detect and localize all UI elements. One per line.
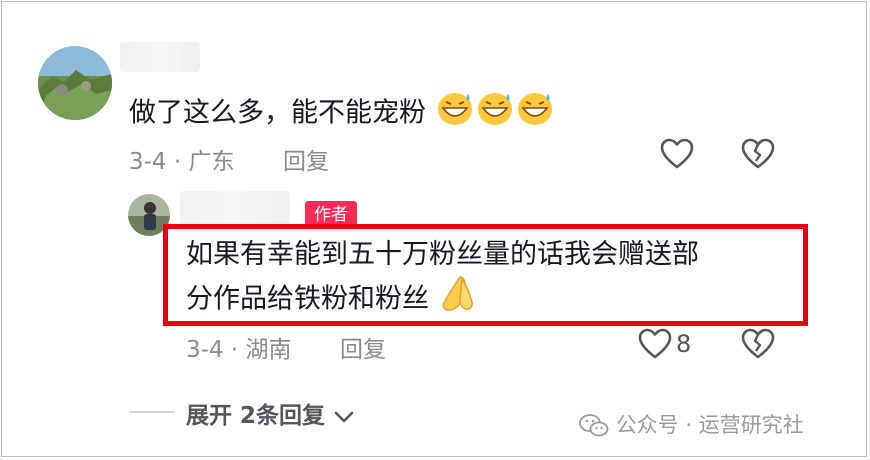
wechat-icon xyxy=(579,414,609,437)
comment-date-location: 3-4 · 广东 xyxy=(129,149,235,175)
watermark: 公众号 · 运营研究社 xyxy=(579,409,804,439)
comment-like-heart-icon[interactable] xyxy=(660,138,694,174)
expand-count: 2 xyxy=(240,403,257,429)
comment-text: 做了这么多，能不能宠粉 xyxy=(129,97,426,129)
reply-reply-button[interactable]: 回复 xyxy=(340,330,386,364)
commenter-avatar[interactable] xyxy=(38,46,112,120)
reply-date-location: 3-4 · 湖南 xyxy=(186,337,292,363)
reply-text-line2: 分作品给铁粉和粉丝 xyxy=(186,283,429,315)
grinning-sweat-emoji-icon xyxy=(475,90,515,138)
comment-body: 做了这么多，能不能宠粉 xyxy=(129,90,555,138)
watermark-text: 公众号 · 运营研究社 xyxy=(615,413,804,437)
expand-replies-button[interactable]: 展开 2条回复 xyxy=(186,396,355,430)
comment-dislike-broken-heart-icon[interactable] xyxy=(741,138,775,174)
chevron-down-icon xyxy=(334,411,354,422)
reply-text-line1: 如果有幸能到五十万粉丝量的话我会赠送部 xyxy=(186,239,699,270)
reply-like-heart-icon[interactable] xyxy=(638,328,672,364)
reply-dislike-broken-heart-icon[interactable] xyxy=(741,328,775,364)
commenter-name-blurred[interactable] xyxy=(120,42,200,72)
folded-hands-emoji-icon xyxy=(438,275,478,325)
author-name-blurred[interactable] xyxy=(180,191,290,225)
expand-divider-line xyxy=(130,411,174,413)
comment-reply-button[interactable]: 回复 xyxy=(283,142,329,176)
expand-prefix: 展开 xyxy=(186,403,232,429)
grinning-sweat-emoji-icon xyxy=(515,90,555,138)
reply-text-line2-wrap: 分作品给铁粉和粉丝 xyxy=(186,275,796,325)
grinning-sweat-emoji-icon xyxy=(435,90,475,138)
reply-like-count: 8 xyxy=(676,330,692,358)
expand-suffix: 条回复 xyxy=(256,403,326,429)
reply-body: 如果有幸能到五十万粉丝量的话我会赠送部 分作品给铁粉和粉丝 xyxy=(186,235,796,325)
